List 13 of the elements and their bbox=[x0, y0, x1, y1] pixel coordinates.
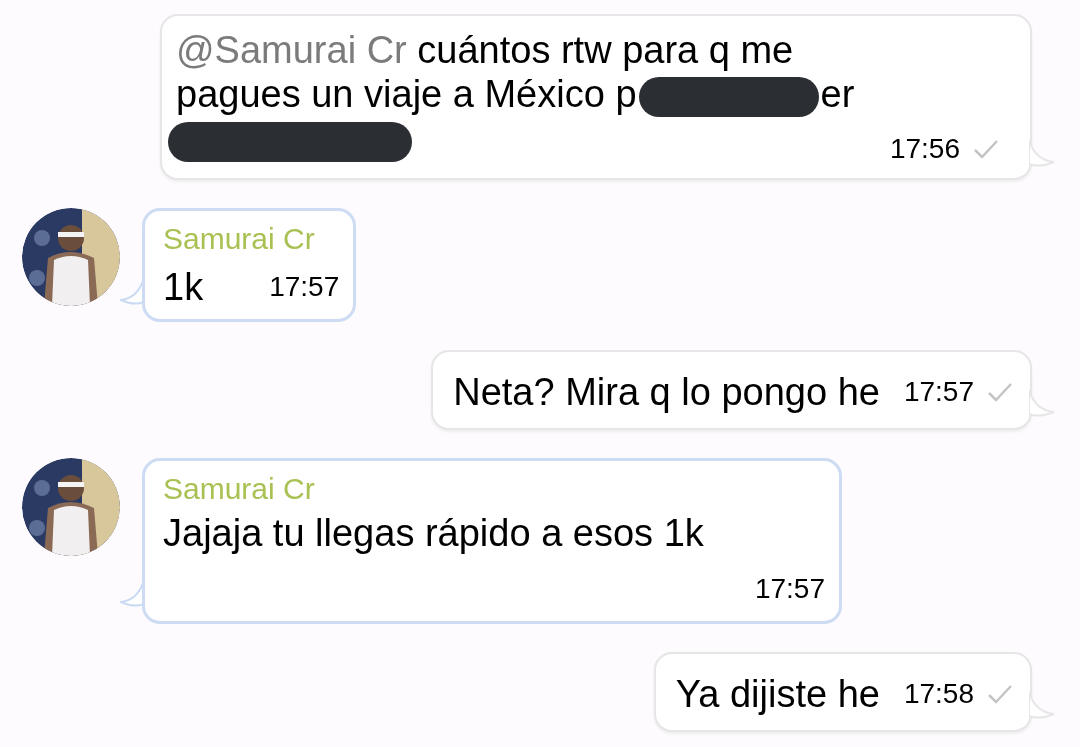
sender-name: Samurai Cr bbox=[163, 220, 316, 257]
message-text: Ya dijiste he bbox=[675, 671, 880, 716]
message-time: 17:57 bbox=[754, 571, 825, 606]
sender-name: Samurai Cr bbox=[163, 470, 316, 507]
message-time: 17:57 bbox=[903, 374, 974, 409]
message-time: 17:57 bbox=[269, 269, 340, 304]
message-time: 17:58 bbox=[903, 676, 974, 711]
mention-link[interactable]: @Samurai Cr bbox=[176, 29, 407, 71]
message-text: Jajaja tu llegas rápido a esos 1k bbox=[163, 511, 704, 554]
message-text: 1k bbox=[163, 265, 204, 308]
message-text: @Samurai Cr cuántos rtw para q me pagues un viaje a México p er bbox=[176, 28, 866, 162]
message-text: Neta? Mira q lo pongo he bbox=[453, 369, 880, 414]
message-time: 17:56 bbox=[889, 131, 960, 166]
